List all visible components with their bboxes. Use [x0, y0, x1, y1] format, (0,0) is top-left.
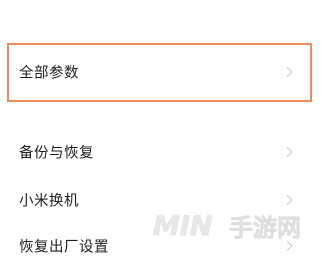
chevron-right-icon — [282, 67, 293, 77]
watermark-latin: MIN — [153, 211, 213, 242]
chevron-right-icon — [282, 147, 293, 157]
settings-item-backup-restore[interactable]: 备份与恢复 — [0, 125, 335, 179]
site-watermark: MIN 手游网 — [153, 211, 301, 243]
settings-item-all-params[interactable]: 全部参数 — [0, 45, 335, 99]
section-gap — [0, 108, 335, 123]
settings-item-label: 小米换机 — [19, 193, 79, 210]
top-area — [0, 0, 335, 36]
settings-item-label: 备份与恢复 — [19, 145, 94, 162]
watermark-cjk: 手游网 — [229, 214, 301, 242]
settings-screen: 全部参数 备份与恢复 小米换机 恢复出厂设置 MIN 手游网 — [0, 0, 335, 271]
settings-item-label: 全部参数 — [19, 65, 79, 82]
chevron-right-icon — [282, 195, 293, 205]
settings-item-label: 恢复出厂设置 — [19, 239, 109, 256]
